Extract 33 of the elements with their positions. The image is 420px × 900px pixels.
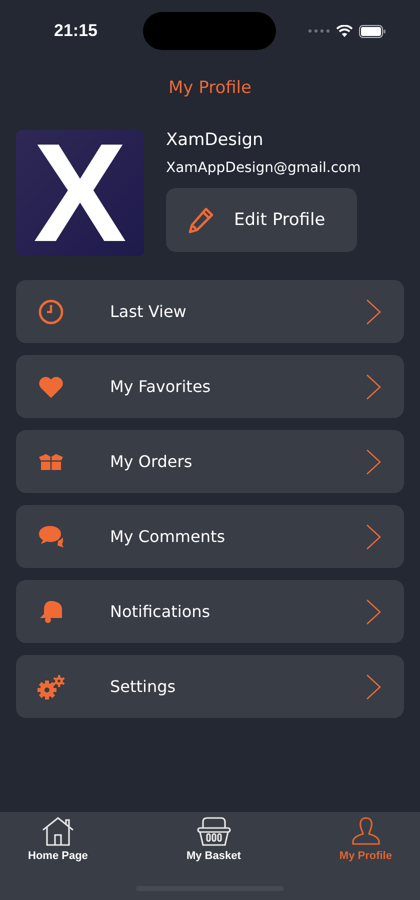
menu-item[interactable]: Notifications: [16, 580, 404, 643]
heart-icon: [38, 376, 64, 398]
chevron-icon: [366, 598, 382, 624]
logo: X: [16, 130, 144, 256]
chevron-icon: [366, 374, 382, 400]
wifi-icon: [336, 25, 353, 37]
edit-profile-button[interactable]: Edit Profile: [166, 188, 357, 252]
user-name: XamDesign: [166, 130, 264, 150]
menu-item[interactable]: My Orders: [16, 430, 404, 493]
pencil-icon: [186, 205, 216, 235]
person-icon: [350, 816, 381, 846]
chevron-icon: [366, 674, 382, 700]
chevron-icon: [366, 298, 382, 324]
signal-icon: [308, 29, 330, 33]
status-time: 21:15: [54, 21, 98, 41]
menu-item[interactable]: My Comments: [16, 505, 404, 568]
chat-icon: [38, 524, 64, 548]
clock-icon: [38, 298, 64, 324]
bell-icon: [38, 598, 64, 624]
tab-item[interactable]: Home Page: [22, 816, 94, 870]
box-icon: [38, 452, 64, 470]
page-title: My Profile: [168, 78, 252, 98]
chevron-icon: [366, 524, 382, 550]
tab-item[interactable]: My Basket: [180, 816, 247, 870]
battery-icon: [358, 24, 386, 38]
chevron-icon: [366, 448, 382, 474]
user-email: XamAppDesign@gmail.com: [166, 160, 361, 176]
menu-item[interactable]: Settings: [16, 655, 404, 718]
gears-icon: [37, 674, 65, 700]
basket-icon: [196, 816, 231, 846]
menu-item[interactable]: Last View: [16, 280, 404, 343]
home-icon: [40, 816, 75, 846]
menu-item[interactable]: My Favorites: [16, 355, 404, 418]
